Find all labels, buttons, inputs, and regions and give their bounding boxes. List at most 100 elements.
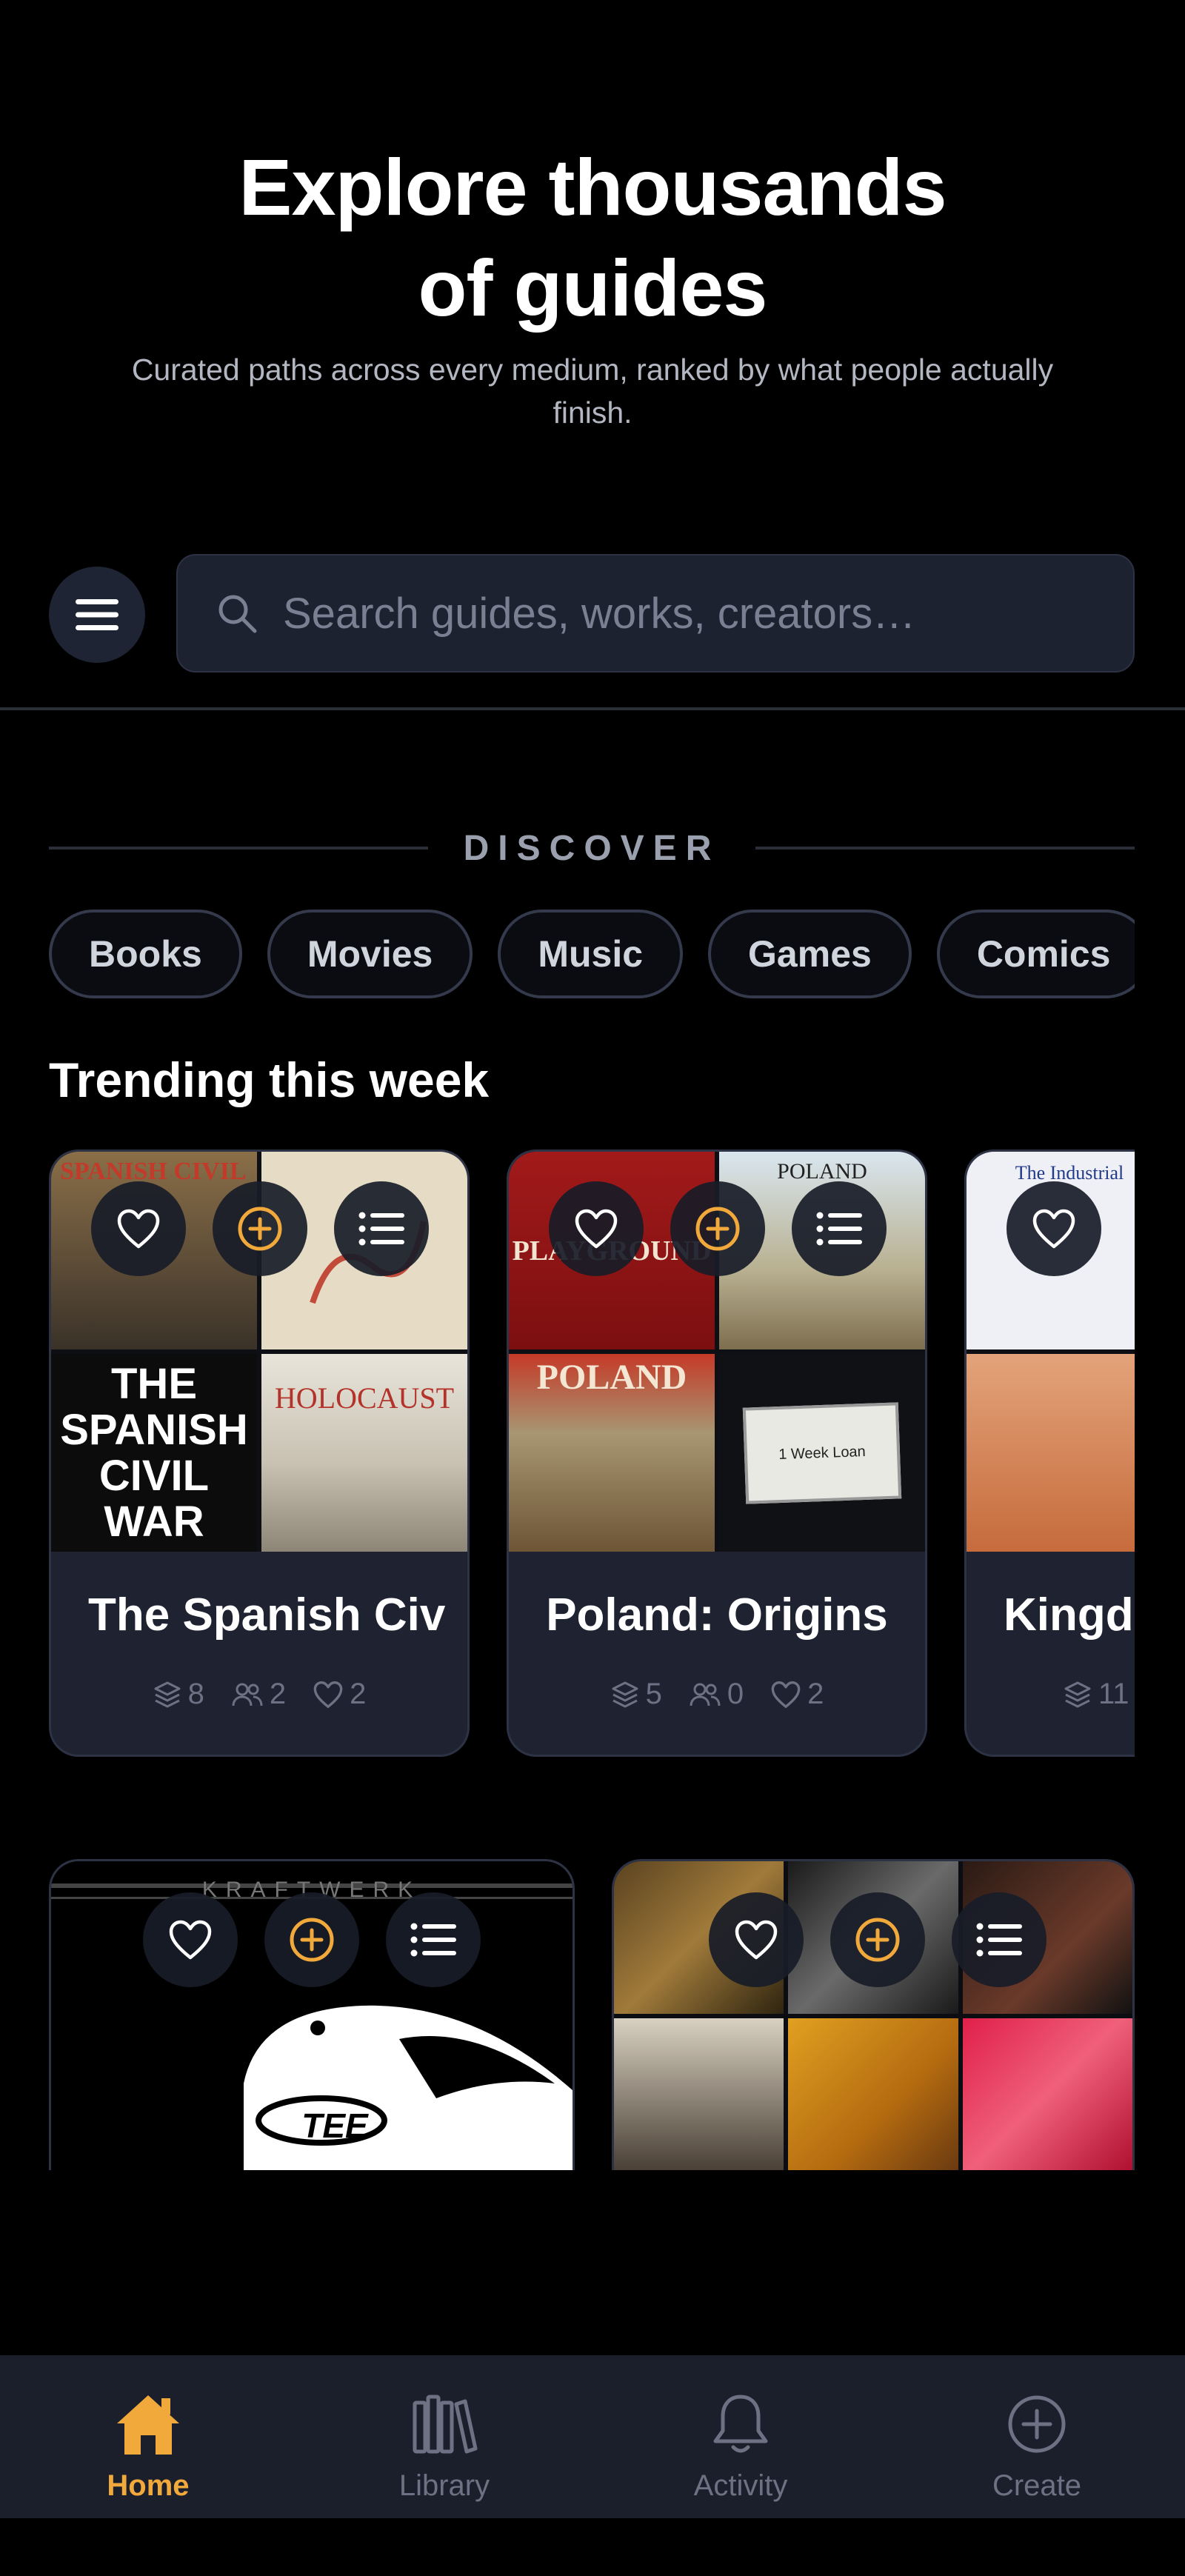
discover-label: DISCOVER [463,828,721,868]
layers-icon [612,1681,638,1707]
nav-label: Create [992,2469,1082,2502]
hamburger-icon [76,599,118,630]
cover-image: HOLOCAUST [261,1354,467,1552]
nav-label: Activity [693,2469,788,2502]
page-title: Explore thousands of guides [0,137,1185,338]
like-button[interactable] [1007,1181,1101,1276]
library-icon [413,2395,478,2454]
cover-image [614,2018,784,2170]
divider-line [755,847,1135,850]
users-icon [690,1683,721,1706]
like-button[interactable] [549,1181,644,1276]
search-icon [218,595,257,633]
cover-image: POLAND [509,1354,715,1552]
header-divider [0,707,1185,710]
list-icon [816,1212,862,1246]
followers-count: 2 [231,1678,286,1711]
guide-card[interactable] [612,1859,1135,2170]
list-icon [358,1212,404,1246]
bottom-nav: Home Library Activity Create [0,2355,1185,2518]
card-actions [549,1181,887,1276]
chip-books[interactable]: Books [49,910,242,998]
nav-create[interactable]: Create [889,2355,1185,2518]
cover-image [788,2018,958,2170]
like-button[interactable] [143,1892,238,1987]
cover-text: HOLOCAUST [274,1381,455,1415]
card-stats: 5 0 2 [509,1678,925,1711]
list-button[interactable] [386,1892,481,1987]
search-input[interactable]: Search guides, works, creators… [176,554,1135,673]
title-line-1: Explore thousands [238,142,947,232]
card-actions [709,1892,1047,1987]
category-chips: Books Movies Music Games Comics [49,910,1135,998]
card-stats: 8 2 2 [51,1678,467,1711]
plus-circle-icon [855,1918,900,1962]
train-logo [244,2005,573,2170]
card-title: Poland: Origins [546,1589,888,1641]
guide-card[interactable]: The Industrial Kingd 11 [964,1149,1135,1757]
followers-count: 0 [689,1678,744,1711]
home-icon [117,2395,179,2455]
nav-activity[interactable]: Activity [592,2355,889,2518]
list-button[interactable] [952,1892,1047,1987]
heart-icon [117,1209,160,1249]
add-button[interactable] [213,1181,307,1276]
heart-icon [313,1681,343,1708]
heart-icon [771,1681,801,1708]
guide-card[interactable]: KRAFTWERK TEE [49,1859,575,2170]
chip-games[interactable]: Games [708,910,912,998]
likes-count: 2 [313,1678,366,1711]
plus-circle-icon [238,1207,282,1251]
plus-circle-icon [1008,2395,1066,2453]
likes-value: 2 [807,1678,824,1710]
cover-image [967,1354,1135,1552]
heart-icon [1032,1209,1075,1249]
hero-subtitle: Curated paths across every medium, ranke… [131,353,1054,430]
guide-card[interactable]: PLAYGROUND POLAND POLAND 1 Week Loan [507,1149,927,1757]
guide-card[interactable]: SPANISH CIVIL THE SPANISH CIVIL WAR HOLO… [49,1149,470,1757]
discover-heading: DISCOVER [49,822,1135,874]
nav-home[interactable]: Home [0,2355,296,2518]
heart-icon [575,1209,618,1249]
followers-value: 0 [727,1678,744,1710]
list-button[interactable] [792,1181,887,1276]
cover-text: POLAND [536,1358,687,1397]
add-button[interactable] [830,1892,925,1987]
trending-carousel: SPANISH CIVIL THE SPANISH CIVIL WAR HOLO… [49,1149,1135,1757]
works-value: 11 [1098,1678,1129,1710]
plus-circle-icon [290,1918,334,1962]
heart-icon [735,1920,778,1960]
list-button[interactable] [334,1181,429,1276]
works-count: 5 [610,1678,662,1711]
card-actions [1007,1181,1101,1276]
add-button[interactable] [264,1892,359,1987]
users-icon [232,1683,263,1706]
chip-music[interactable]: Music [498,910,684,998]
nav-label: Home [107,2469,190,2502]
followers-value: 2 [269,1678,287,1710]
cover-text: POLAND [777,1159,867,1184]
cover-text: 1 Week Loan [778,1442,867,1463]
heart-icon [169,1920,212,1960]
search-placeholder: Search guides, works, creators… [283,589,916,638]
cover-image: 1 Week Loan [719,1354,925,1552]
like-button[interactable] [709,1892,804,1987]
cover-image [962,2018,1132,2170]
like-button[interactable] [91,1181,186,1276]
card-actions [143,1892,481,1987]
add-button[interactable] [670,1181,765,1276]
bell-icon [713,2395,768,2453]
likes-count: 2 [770,1678,824,1711]
loan-card: 1 Week Loan [742,1401,902,1504]
works-value: 8 [187,1678,204,1710]
plus-circle-icon [695,1207,740,1251]
list-icon [410,1923,456,1957]
chip-comics[interactable]: Comics [936,910,1135,998]
nav-library[interactable]: Library [296,2355,592,2518]
chip-movies[interactable]: Movies [267,910,473,998]
trending-title: Trending this week [49,1052,490,1107]
cover-image: THE SPANISH CIVIL WAR [51,1354,257,1552]
cover-badge: TEE [301,2106,368,2145]
layers-icon [1064,1681,1091,1707]
menu-button[interactable] [49,567,145,663]
